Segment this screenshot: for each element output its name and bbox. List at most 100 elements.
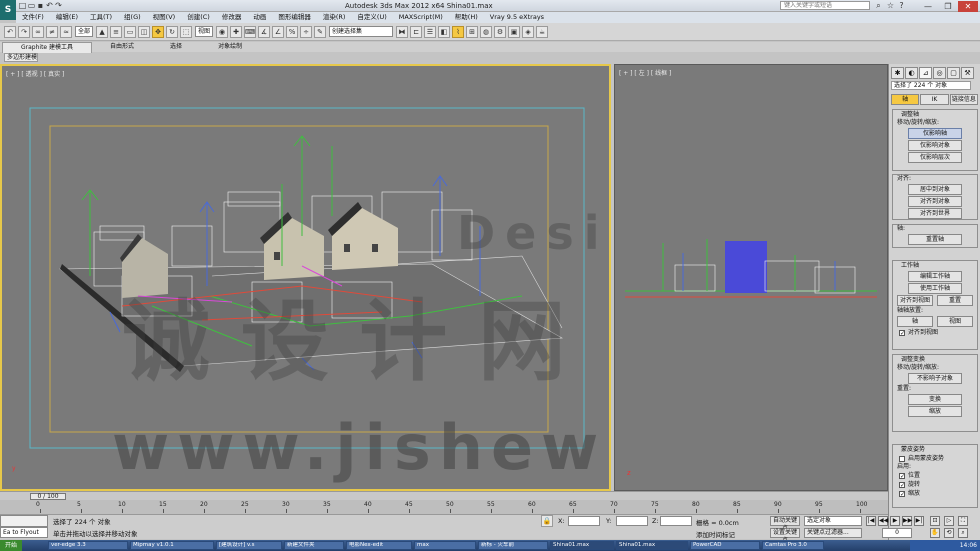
edit-named-sel-icon[interactable]: ✎: [314, 25, 327, 38]
enable-skin-pose-checkbox[interactable]: 启用蒙皮姿势: [893, 454, 977, 463]
zoom-icon[interactable]: ⌕: [958, 528, 968, 538]
menu-tools[interactable]: 工具(T): [84, 12, 118, 23]
align-icon[interactable]: ⊏: [410, 25, 423, 38]
pan-icon[interactable]: ✋: [930, 528, 940, 538]
subtab-poly-modeling[interactable]: 多边形建模: [4, 53, 38, 62]
bind-icon[interactable]: ≈: [60, 25, 72, 38]
display-tab-icon[interactable]: ▢: [947, 66, 960, 79]
link-icon[interactable]: ∞: [32, 25, 44, 38]
set-key-button[interactable]: 设置关键点: [770, 528, 800, 544]
orbit-icon[interactable]: ⟲: [944, 528, 954, 538]
affect-pivot-only-button[interactable]: 仅影响轴: [908, 128, 962, 139]
menu-customize[interactable]: 自定义(U): [351, 12, 392, 23]
key-filters-button[interactable]: 关键点过滤器...: [804, 528, 862, 538]
scale-icon[interactable]: ⬚: [180, 25, 193, 38]
search-icon[interactable]: ⌕: [874, 1, 883, 10]
menu-edit[interactable]: 编辑(E): [50, 12, 84, 23]
reset-transform-button[interactable]: 变换: [908, 394, 962, 405]
y-coord-input[interactable]: [616, 516, 648, 526]
window-crossing-icon[interactable]: ◫: [138, 25, 151, 38]
task-item[interactable]: ver-edge 3.3: [48, 541, 128, 550]
ik-mode-button[interactable]: IK: [920, 93, 949, 105]
time-slider[interactable]: 0 / 100: [0, 491, 888, 500]
select-by-name-icon[interactable]: ≡: [110, 25, 123, 38]
menu-views[interactable]: 视图(V): [147, 12, 182, 23]
reset-working-button[interactable]: 重置: [937, 295, 973, 306]
checkbox-checked[interactable]: ✓: [899, 329, 905, 336]
align-to-view-button[interactable]: 对齐到视图: [897, 295, 933, 306]
snap-toggle-icon[interactable]: ∡: [258, 25, 271, 38]
menu-maxscript[interactable]: MAXScript(M): [393, 12, 449, 23]
select-object-icon[interactable]: ▲: [96, 25, 109, 38]
rollout-title[interactable]: 工作轴: [893, 261, 977, 270]
center-to-object-button[interactable]: 居中到对象: [908, 184, 962, 195]
viewport-left[interactable]: [ + ] [ 左 ] [ 线框 ] z: [614, 64, 888, 491]
start-button[interactable]: 开始: [0, 540, 22, 551]
play-button[interactable]: ▶: [890, 516, 900, 526]
viewport-perspective[interactable]: [ + ] [ 透视 ] [ 真实 ] y Desi 诚 设 计 网 www.j…: [0, 64, 611, 491]
x-coord-input[interactable]: [568, 516, 600, 526]
max-toggle-icon[interactable]: ⛶: [958, 516, 968, 526]
zoom-extents-icon[interactable]: ⊡: [930, 516, 940, 526]
selection-filter-select[interactable]: 全部: [75, 26, 94, 37]
add-time-tag[interactable]: 添加时间标记: [696, 529, 735, 539]
tab-freeform[interactable]: 自由形式: [92, 42, 152, 52]
menu-animation[interactable]: 动画: [247, 12, 272, 23]
task-item[interactable]: Shina01.max: [550, 541, 614, 550]
help-icon[interactable]: ?: [897, 1, 906, 10]
menu-group[interactable]: 组(G): [118, 12, 147, 23]
search-input[interactable]: 键入关键字或短语: [780, 1, 870, 10]
use-working-pivot-button[interactable]: 使用工作轴: [908, 283, 962, 294]
task-item[interactable]: [建筑设计] v.s: [216, 541, 282, 550]
maxscript-listener[interactable]: [0, 515, 48, 527]
align-to-world-button[interactable]: 对齐到世界: [908, 208, 962, 219]
motion-tab-icon[interactable]: ◎: [933, 66, 946, 79]
current-frame-input[interactable]: 0: [882, 528, 912, 538]
menu-modifiers[interactable]: 修改器: [216, 12, 248, 23]
render-production-icon[interactable]: ◈: [522, 25, 535, 38]
place-pivot-button[interactable]: 轴: [897, 316, 933, 327]
prev-frame-button[interactable]: ◀◀: [878, 516, 888, 526]
render-frame-icon[interactable]: ▣: [508, 25, 521, 38]
maximize-button[interactable]: ❐: [938, 1, 958, 12]
undo-quick-icon[interactable]: ↶: [45, 1, 54, 10]
goto-start-button[interactable]: |◀: [866, 516, 876, 526]
checkbox-checked[interactable]: ✓: [899, 490, 905, 497]
rotate-icon[interactable]: ↻: [166, 25, 179, 38]
minimize-button[interactable]: —: [918, 1, 938, 12]
affect-hierarchy-only-button[interactable]: 仅影响层次: [908, 152, 962, 163]
position-checkbox[interactable]: ✓ 位置: [893, 471, 977, 480]
task-item[interactable]: 新标 - 火车前: [478, 541, 548, 550]
unlink-icon[interactable]: ≠: [46, 25, 58, 38]
checkbox-unchecked[interactable]: [899, 455, 905, 462]
menu-create[interactable]: 创建(C): [181, 12, 216, 23]
render-teapot-icon[interactable]: ☕: [536, 25, 549, 38]
task-item[interactable]: 新建文件夹: [284, 541, 344, 550]
rotation-checkbox[interactable]: ✓ 旋转: [893, 480, 977, 489]
utilities-tab-icon[interactable]: ⚒: [961, 66, 974, 79]
material-editor-icon[interactable]: ◍: [480, 25, 493, 38]
reset-pivot-button[interactable]: 重置轴: [908, 234, 962, 245]
task-item[interactable]: Mipmay v1.0.1: [130, 541, 214, 550]
subscription-icon[interactable]: ☆: [886, 1, 895, 10]
spinner-snap-icon[interactable]: ÷: [300, 25, 313, 38]
new-file-icon[interactable]: □: [18, 1, 27, 10]
menu-vray[interactable]: Vray 9.5 eXtrays: [484, 12, 550, 23]
pivot-mode-button[interactable]: 轴: [891, 93, 920, 105]
angle-snap-icon[interactable]: ∠: [272, 25, 285, 38]
layer-manager-icon[interactable]: ☰: [424, 25, 437, 38]
reset-scale-button[interactable]: 缩放: [908, 406, 962, 417]
rollout-title[interactable]: 蒙皮姿势: [893, 445, 977, 454]
render-setup-icon[interactable]: ⚙: [494, 25, 507, 38]
hierarchy-tab-icon[interactable]: ⊿: [919, 66, 932, 79]
checkbox-checked[interactable]: ✓: [899, 472, 905, 479]
track-bar[interactable]: 0 5 10 15 20 25 30 35 40 45 50 55 60 65 70 75 80 85 90 95 10…: [0, 500, 888, 514]
dont-affect-children-button[interactable]: 不影响子对象: [908, 373, 962, 384]
create-tab-icon[interactable]: ✱: [891, 66, 904, 79]
z-coord-input[interactable]: [660, 516, 692, 526]
edit-working-pivot-button[interactable]: 编辑工作轴: [908, 271, 962, 282]
redo-quick-icon[interactable]: ↷: [54, 1, 63, 10]
save-icon[interactable]: ▪: [36, 1, 45, 10]
app-logo[interactable]: S: [0, 0, 16, 20]
place-view-button[interactable]: 视图: [937, 316, 973, 327]
